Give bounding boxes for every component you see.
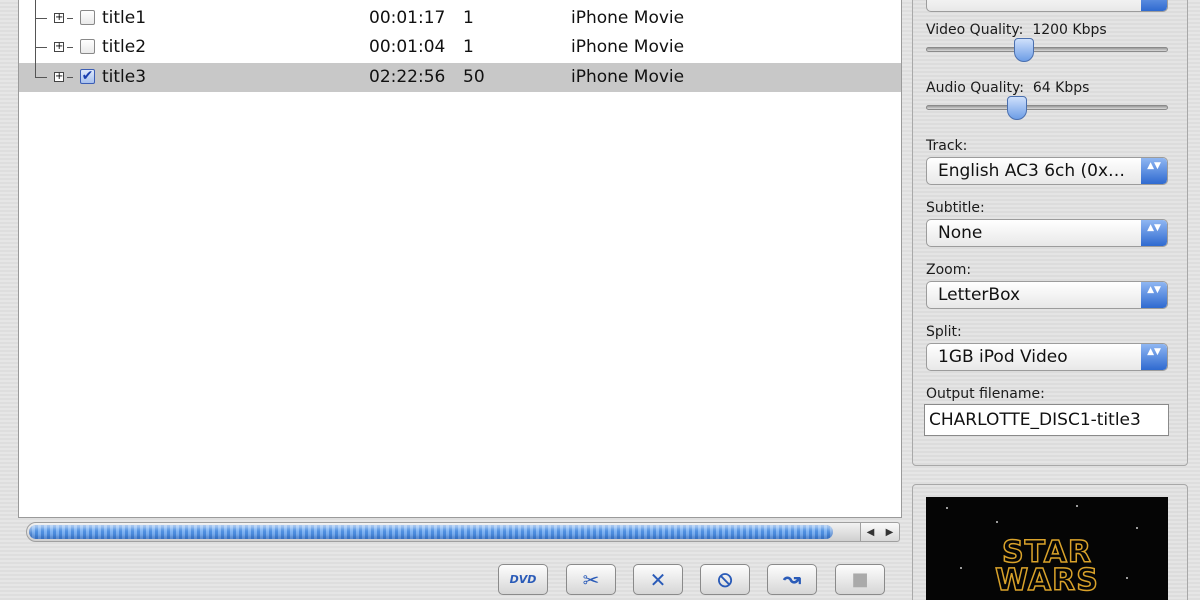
zoom-value: LetterBox [938, 285, 1021, 305]
progress-bar [26, 522, 870, 542]
audio-quality-label: Audio Quality: 64 Kbps [926, 80, 1090, 96]
scroll-left-icon[interactable]: ◀ [867, 527, 875, 538]
title-list[interactable]: + title1 00:01:17 1 iPhone Movie + title… [18, 0, 902, 518]
zoom-label: Zoom: [926, 262, 972, 278]
star [946, 507, 948, 509]
progress-fill [29, 525, 833, 539]
video-preview: STAR WARS [926, 497, 1168, 600]
tree-line [35, 0, 36, 18]
arrow-right-icon: ↝ [782, 567, 802, 592]
split-label: Split: [926, 324, 962, 340]
title-format[interactable]: iPhone Movie [571, 67, 684, 87]
audio-quality-thumb[interactable] [1007, 96, 1027, 120]
title-format[interactable]: iPhone Movie [571, 8, 684, 28]
title-name: title2 [102, 37, 147, 57]
expand-icon[interactable]: + [54, 42, 64, 52]
cancel-button[interactable]: ⦸ [700, 564, 750, 595]
output-filename-input[interactable]: CHARLOTTE_DISC1-title3 [924, 404, 1169, 436]
dvd-icon: DVD [509, 573, 537, 586]
track-popup[interactable]: English AC3 6ch (0x… ▲▼ [926, 157, 1168, 185]
scroll-right-icon[interactable]: ▶ [886, 527, 894, 538]
horizontal-scroller[interactable]: ◀ ▶ [860, 522, 900, 542]
title-duration: 00:01:04 [369, 37, 446, 57]
format-popup[interactable]: ▲▼ [926, 0, 1168, 12]
popup-arrows-icon: ▲▼ [1141, 282, 1167, 308]
tree-line [67, 18, 73, 19]
title-checkbox[interactable] [80, 10, 95, 25]
title-format[interactable]: iPhone Movie [571, 37, 684, 57]
tree-line [35, 18, 47, 19]
title-row[interactable]: + title1 00:01:17 1 iPhone Movie [19, 0, 901, 33]
title-name: title3 [102, 67, 147, 87]
tree-line [35, 47, 47, 48]
x-icon: ✕ [649, 567, 667, 592]
output-filename-label: Output filename: [926, 386, 1045, 402]
title-row-selected[interactable]: + ✔ title3 02:22:56 50 iPhone Movie [19, 48, 901, 92]
track-label: Track: [926, 138, 968, 154]
star [996, 521, 998, 523]
video-quality-value: 1200 Kbps [1032, 22, 1107, 38]
split-value: 1GB iPod Video [938, 347, 1068, 367]
subtitle-label: Subtitle: [926, 200, 985, 216]
tree-line [35, 77, 47, 78]
track-value: English AC3 6ch (0x… [938, 161, 1126, 181]
title-row[interactable]: + title2 00:01:04 1 iPhone Movie [19, 18, 901, 62]
tree-line [67, 47, 73, 48]
title-checkbox[interactable]: ✔ [80, 69, 95, 84]
stop-icon: ■ [851, 569, 869, 590]
subtitle-value: None [938, 223, 983, 243]
dvd-button[interactable]: DVD [498, 564, 548, 595]
popup-arrows-icon: ▲▼ [1141, 158, 1167, 184]
video-quality-thumb[interactable] [1014, 38, 1034, 62]
title-chapters: 50 [463, 67, 485, 87]
title-chapters: 1 [463, 8, 474, 28]
scissors-icon: ✂ [582, 567, 600, 592]
remove-button[interactable]: ✕ [633, 564, 683, 595]
expand-icon[interactable]: + [54, 13, 64, 23]
popup-arrows-icon: ▲▼ [1141, 220, 1167, 246]
expand-icon[interactable]: + [54, 72, 64, 82]
convert-button[interactable]: ↝ [767, 564, 817, 595]
title-checkbox[interactable] [80, 39, 95, 54]
title-chapters: 1 [463, 37, 474, 57]
popup-arrows-icon: ▲▼ [1141, 344, 1167, 370]
title-name: title1 [102, 8, 147, 28]
title-duration: 02:22:56 [369, 67, 446, 87]
audio-quality-value: 64 Kbps [1032, 80, 1090, 96]
audio-quality-slider[interactable] [926, 96, 1168, 120]
star-wars-logo: STAR WARS [994, 535, 1099, 598]
tree-line [35, 48, 36, 77]
tree-line [67, 77, 73, 78]
split-popup[interactable]: 1GB iPod Video ▲▼ [926, 343, 1168, 371]
prohibit-icon: ⦸ [717, 567, 733, 592]
stop-button[interactable]: ■ [835, 564, 885, 595]
star [1136, 527, 1138, 529]
zoom-popup[interactable]: LetterBox ▲▼ [926, 281, 1168, 309]
video-quality-label: Video Quality: 1200 Kbps [926, 22, 1107, 38]
subtitle-popup[interactable]: None ▲▼ [926, 219, 1168, 247]
tree-line [35, 18, 36, 47]
popup-arrows-icon: ▲▼ [1141, 0, 1167, 11]
video-quality-slider[interactable] [926, 38, 1168, 62]
star [1076, 505, 1078, 507]
cut-button[interactable]: ✂ [566, 564, 616, 595]
title-duration: 00:01:17 [369, 8, 446, 28]
